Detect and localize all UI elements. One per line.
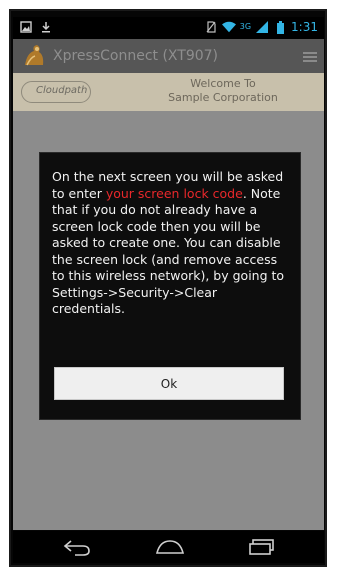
logo-text: Cloudpath [36,85,88,96]
battery-icon [273,20,287,34]
screen-lock-dialog: On the next screen you will be asked to … [39,152,301,420]
app-logo-icon[interactable] [21,43,47,69]
network-type-label: 3G [239,22,252,31]
cloudpath-logo: Cloudpath [21,81,91,103]
message-highlight: your screen lock code [105,185,243,201]
dialog-message: On the next screen you will be asked to … [52,169,292,318]
welcome-line-1: Welcome To [190,77,256,90]
welcome-line-2: Sample Corporation [168,91,278,104]
home-icon[interactable] [154,537,186,557]
signal-icon [255,20,269,34]
recent-apps-icon[interactable] [247,537,279,557]
menu-icon[interactable] [302,49,318,63]
welcome-banner: Cloudpath Welcome To Sample Corporation [13,73,324,111]
ok-button[interactable]: Ok [54,367,284,400]
image-icon [19,20,33,34]
wifi-icon [221,20,236,34]
welcome-text: Welcome To Sample Corporation [143,77,303,105]
back-icon[interactable] [61,537,93,557]
action-bar: XpressConnect (XT907) [13,39,324,73]
status-bar: 3G 1:31 [13,17,324,39]
message-text-after: . Note that if you do not already have a… [52,185,285,317]
device-screen: 3G 1:31 XpressConnect (XT907) Cloudpath [13,17,324,530]
app-title: XpressConnect (XT907) [53,48,219,64]
download-icon [39,20,53,34]
status-clock: 1:31 [291,20,318,34]
navigation-bar [13,531,324,563]
no-sim-icon [204,20,218,34]
